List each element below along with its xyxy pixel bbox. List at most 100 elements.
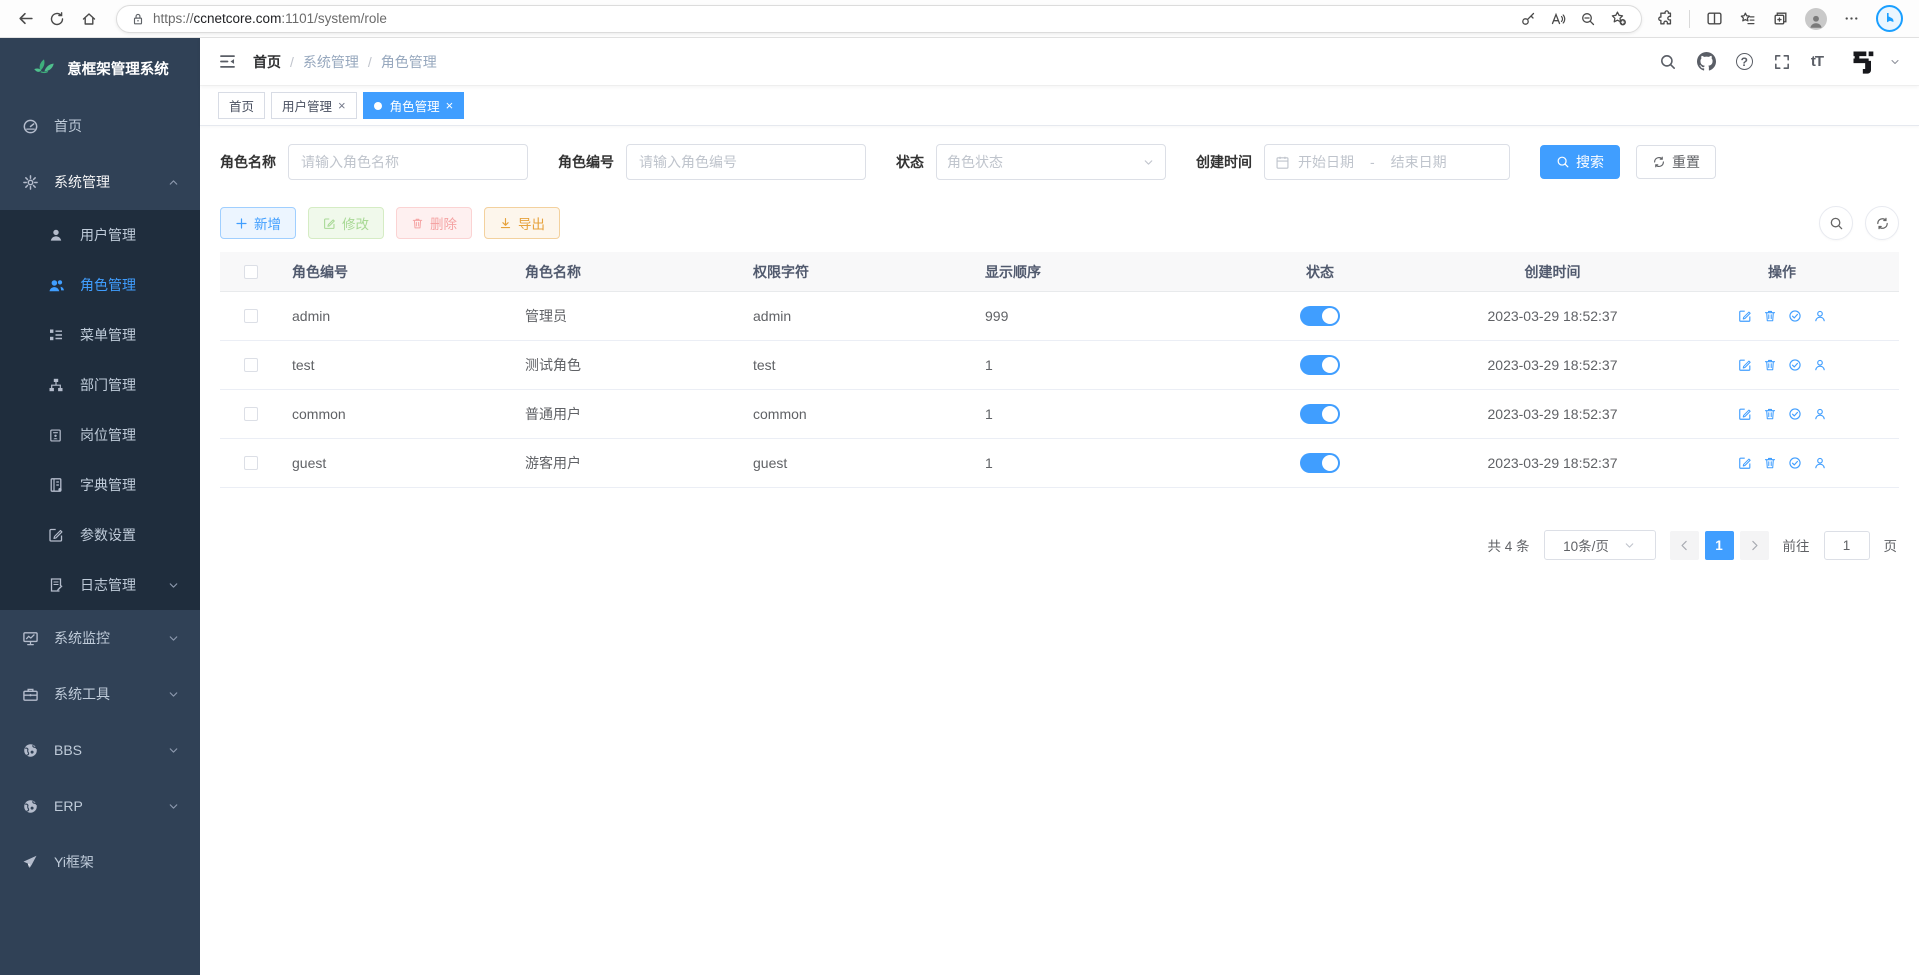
sidebar-item-role-management[interactable]: 角色管理 (0, 260, 200, 310)
data-scope-icon[interactable] (1788, 309, 1802, 323)
status-toggle[interactable] (1300, 453, 1340, 473)
delete-row-icon[interactable] (1763, 309, 1777, 323)
start-date-placeholder[interactable]: 开始日期 (1298, 152, 1354, 172)
browser-home-button[interactable] (74, 4, 104, 34)
tab-role-management[interactable]: 角色管理× (363, 92, 465, 119)
sidebar-item-erp[interactable]: ERP (0, 778, 200, 834)
tab-user-management[interactable]: 用户管理× (271, 92, 357, 119)
assign-user-icon[interactable] (1813, 407, 1827, 421)
assign-user-icon[interactable] (1813, 309, 1827, 323)
browser-refresh-button[interactable] (42, 4, 72, 34)
sidebar-item-log-management[interactable]: 日志管理 (0, 560, 200, 610)
row-checkbox[interactable] (244, 407, 258, 421)
browser-settings-more-icon[interactable] (1843, 10, 1860, 27)
role-code-input[interactable] (626, 144, 866, 180)
page-number-button[interactable]: 1 (1705, 531, 1734, 560)
edit-row-icon[interactable] (1738, 456, 1752, 470)
org-tree-icon (48, 377, 66, 393)
sidebar-item-system-monitor[interactable]: 系统监控 (0, 610, 200, 666)
page-size-select[interactable]: 10条/页 (1544, 530, 1656, 560)
delete-row-icon[interactable] (1763, 407, 1777, 421)
search-button[interactable]: 搜索 (1540, 145, 1620, 179)
password-key-icon[interactable] (1520, 11, 1536, 27)
download-icon (499, 217, 512, 230)
edit-button[interactable]: 修改 (308, 207, 384, 239)
close-icon[interactable]: × (446, 98, 454, 113)
read-aloud-icon[interactable] (1550, 11, 1566, 27)
table-header-row: 角色编号 角色名称 权限字符 显示顺序 状态 创建时间 操作 (220, 252, 1899, 292)
sidebar-item-system-management[interactable]: 系统管理 (0, 154, 200, 210)
browser-back-button[interactable] (10, 4, 40, 34)
zoom-out-icon[interactable] (1580, 11, 1596, 27)
tab-home[interactable]: 首页 (218, 92, 265, 119)
edit-row-icon[interactable] (1738, 309, 1752, 323)
add-button[interactable]: 新增 (220, 207, 296, 239)
delete-row-icon[interactable] (1763, 358, 1777, 372)
monitor-icon (22, 630, 40, 647)
font-size-icon[interactable]: tT (1811, 53, 1823, 70)
row-checkbox[interactable] (244, 309, 258, 323)
data-scope-icon[interactable] (1788, 456, 1802, 470)
split-screen-icon[interactable] (1706, 10, 1723, 27)
edit-row-icon[interactable] (1738, 407, 1752, 421)
goto-page-input[interactable] (1824, 531, 1870, 560)
sidebar-item-home[interactable]: 首页 (0, 98, 200, 154)
chevron-down-icon[interactable] (1889, 56, 1901, 68)
chevron-down-icon (167, 688, 180, 701)
sidebar-item-parameter-settings[interactable]: 参数设置 (0, 510, 200, 560)
sidebar-item-post-management[interactable]: 岗位管理 (0, 410, 200, 460)
favorites-bar-icon[interactable] (1739, 10, 1756, 27)
date-range-picker[interactable]: 开始日期 - 结束日期 (1264, 144, 1510, 180)
close-icon[interactable]: × (338, 98, 346, 113)
sidebar-item-department-management[interactable]: 部门管理 (0, 360, 200, 410)
user-avatar[interactable] (1849, 47, 1879, 77)
prev-page-button[interactable] (1670, 531, 1699, 560)
row-checkbox[interactable] (244, 456, 258, 470)
sidebar-item-menu-management[interactable]: 菜单管理 (0, 310, 200, 360)
browser-profile-avatar[interactable] (1805, 8, 1827, 30)
sidebar-item-system-tools[interactable]: 系统工具 (0, 666, 200, 722)
collections-icon[interactable] (1772, 10, 1789, 27)
export-button[interactable]: 导出 (484, 207, 560, 239)
fullscreen-icon[interactable] (1773, 53, 1791, 71)
select-all-checkbox[interactable] (244, 265, 258, 279)
add-favorite-icon[interactable] (1610, 10, 1627, 27)
role-name-input[interactable] (288, 144, 528, 180)
refresh-table-button[interactable] (1865, 206, 1899, 240)
help-icon[interactable]: ? (1736, 53, 1753, 70)
url-text[interactable]: https://ccnetcore.com:1101/system/role (153, 11, 1520, 26)
data-scope-icon[interactable] (1788, 358, 1802, 372)
sidebar-collapse-icon[interactable] (218, 52, 237, 71)
status-toggle[interactable] (1300, 404, 1340, 424)
end-date-placeholder[interactable]: 结束日期 (1391, 152, 1447, 172)
plus-icon (235, 217, 248, 230)
status-toggle[interactable] (1300, 355, 1340, 375)
breadcrumb-home[interactable]: 首页 (253, 52, 281, 72)
sidebar-item-dict-management[interactable]: 字典管理 (0, 460, 200, 510)
sidebar-item-yi-framework[interactable]: Yi框架 (0, 834, 200, 890)
status-select[interactable]: 角色状态 (936, 144, 1166, 180)
sidebar-item-user-management[interactable]: 用户管理 (0, 210, 200, 260)
extensions-icon[interactable] (1656, 10, 1673, 27)
delete-button[interactable]: 删除 (396, 207, 472, 239)
delete-row-icon[interactable] (1763, 456, 1777, 470)
search-icon[interactable] (1659, 53, 1677, 71)
data-scope-icon[interactable] (1788, 407, 1802, 421)
role-table: 角色编号 角色名称 权限字符 显示顺序 状态 创建时间 操作 admin 管理员… (220, 252, 1899, 488)
edit-row-icon[interactable] (1738, 358, 1752, 372)
col-display-order: 显示顺序 (985, 262, 1200, 282)
assign-user-icon[interactable] (1813, 456, 1827, 470)
next-page-button[interactable] (1740, 531, 1769, 560)
dashboard-icon (22, 118, 40, 135)
bing-chat-icon[interactable] (1876, 5, 1903, 32)
assign-user-icon[interactable] (1813, 358, 1827, 372)
row-checkbox[interactable] (244, 358, 258, 372)
app-logo[interactable]: 意框架管理系统 (0, 38, 200, 98)
show-search-toggle-button[interactable] (1819, 206, 1853, 240)
github-icon[interactable] (1697, 52, 1716, 71)
sidebar-item-bbs[interactable]: BBS (0, 722, 200, 778)
lock-icon[interactable] (131, 12, 145, 26)
status-toggle[interactable] (1300, 306, 1340, 326)
address-bar[interactable]: https://ccnetcore.com:1101/system/role (116, 5, 1642, 33)
reset-button[interactable]: 重置 (1636, 145, 1716, 179)
